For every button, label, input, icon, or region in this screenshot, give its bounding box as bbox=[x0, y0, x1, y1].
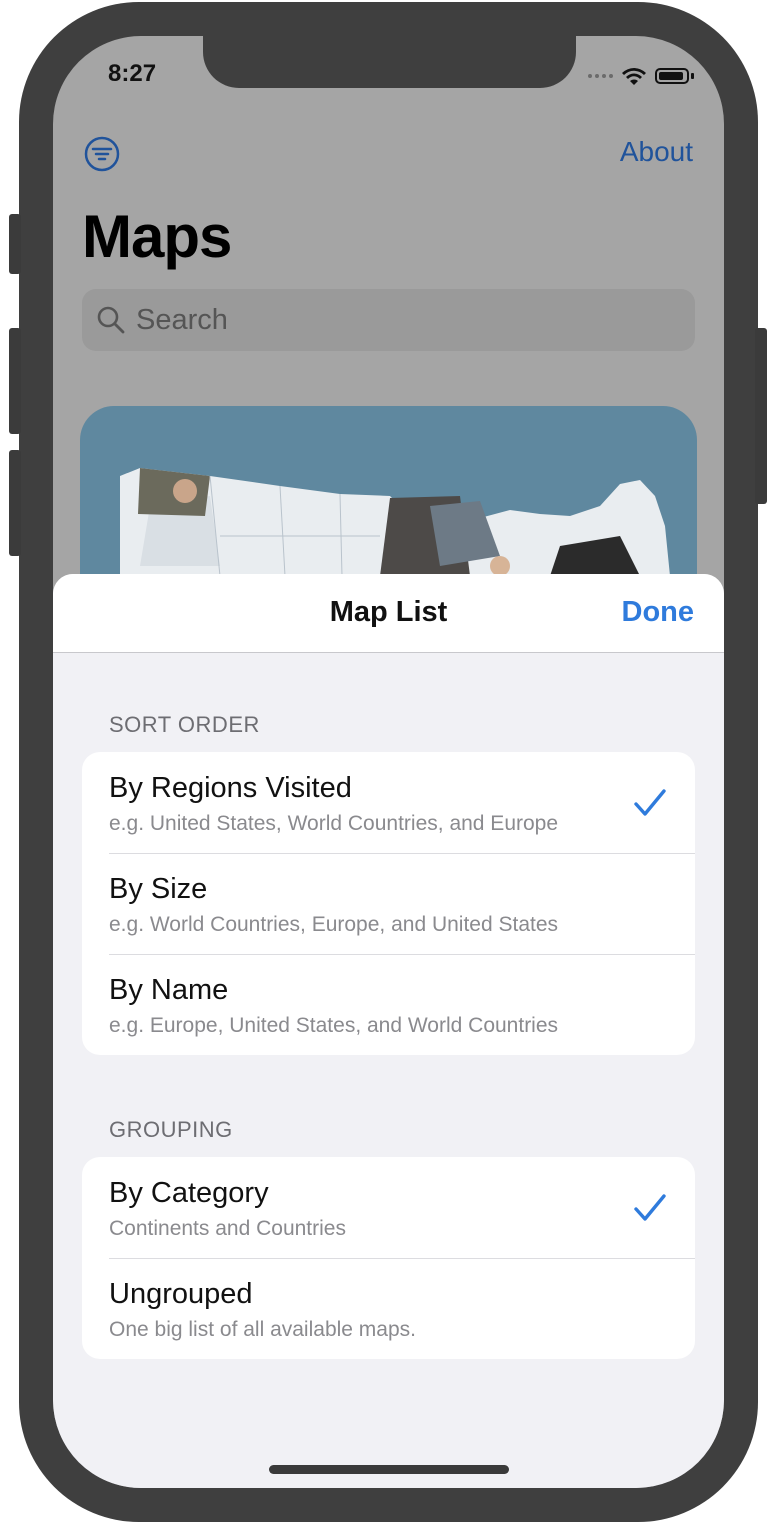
option-title: By Category bbox=[109, 1177, 269, 1209]
option-subtitle: Continents and Countries bbox=[109, 1217, 346, 1240]
volume-down-button bbox=[9, 450, 21, 556]
cellular-signal-icon bbox=[588, 74, 613, 78]
mute-switch bbox=[9, 214, 21, 274]
section-header-grouping: GROUPING bbox=[109, 1117, 233, 1142]
search-input[interactable]: Search bbox=[82, 289, 695, 351]
screen: 8:27 About Maps Search Map List Done SOR… bbox=[53, 36, 724, 1488]
status-time: 8:27 bbox=[108, 60, 157, 87]
section-header-sort-order: SORT ORDER bbox=[109, 712, 260, 737]
option-title: By Regions Visited bbox=[109, 772, 352, 804]
search-icon bbox=[97, 306, 125, 334]
option-subtitle: e.g. World Countries, Europe, and United… bbox=[109, 913, 559, 936]
option-title: By Name bbox=[109, 974, 229, 1006]
battery-tip bbox=[691, 73, 694, 79]
sort-order-group: By Regions Visited e.g. United States, W… bbox=[82, 752, 695, 1055]
page-title: Maps bbox=[82, 203, 232, 270]
grouping-option-category[interactable]: By Category Continents and Countries bbox=[82, 1157, 695, 1258]
map-list-sheet: Map List Done SORT ORDER By Regions Visi… bbox=[53, 574, 724, 1488]
grouping-option-ungrouped[interactable]: Ungrouped One big list of all available … bbox=[82, 1258, 695, 1359]
search-placeholder: Search bbox=[136, 303, 228, 336]
sort-option-size[interactable]: By Size e.g. World Countries, Europe, an… bbox=[82, 853, 695, 954]
sort-option-name[interactable]: By Name e.g. Europe, United States, and … bbox=[82, 954, 695, 1055]
about-link[interactable]: About bbox=[620, 136, 693, 168]
home-indicator[interactable] bbox=[269, 1465, 509, 1474]
wifi-icon bbox=[622, 68, 646, 85]
sort-option-regions-visited[interactable]: By Regions Visited e.g. United States, W… bbox=[82, 752, 695, 853]
checkmark-icon bbox=[634, 1194, 666, 1221]
filter-circle-icon[interactable] bbox=[84, 136, 120, 172]
option-subtitle: One big list of all available maps. bbox=[109, 1318, 416, 1341]
sheet-header: Map List Done bbox=[53, 574, 724, 653]
option-title: By Size bbox=[109, 873, 208, 905]
battery-icon bbox=[655, 68, 689, 84]
option-subtitle: e.g. United States, World Countries, and… bbox=[109, 812, 559, 835]
status-icons bbox=[588, 66, 694, 86]
volume-up-button bbox=[9, 328, 21, 434]
option-subtitle: e.g. Europe, United States, and World Co… bbox=[109, 1014, 559, 1037]
checkmark-icon bbox=[634, 789, 666, 816]
power-button bbox=[755, 328, 767, 504]
grouping-group: By Category Continents and Countries Ung… bbox=[82, 1157, 695, 1359]
done-button[interactable]: Done bbox=[622, 596, 695, 629]
option-title: Ungrouped bbox=[109, 1278, 253, 1310]
notch bbox=[203, 36, 576, 88]
